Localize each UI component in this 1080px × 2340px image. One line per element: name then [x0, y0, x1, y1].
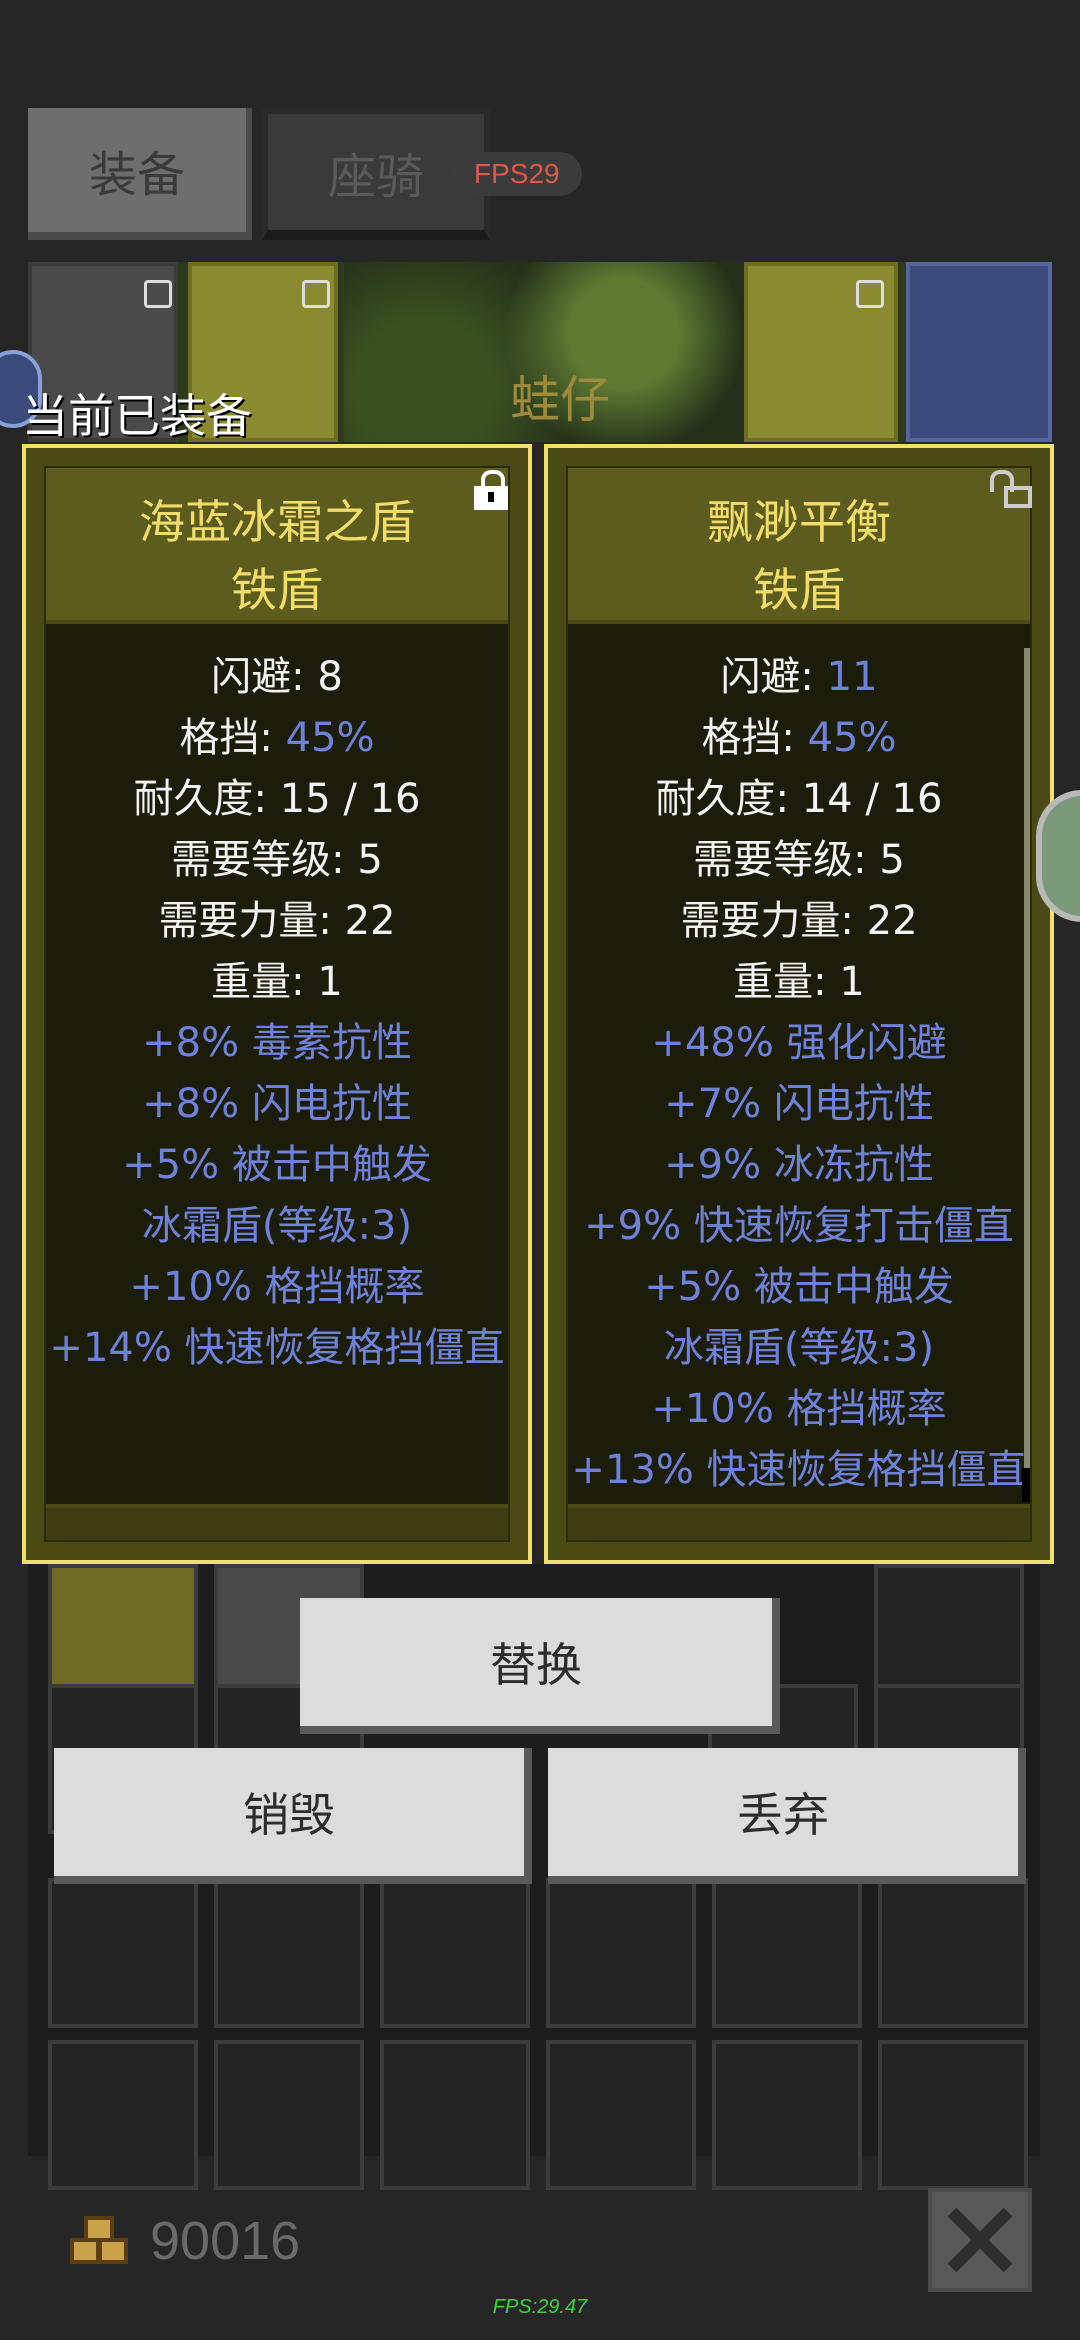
equip-slot-shield[interactable] [744, 262, 898, 442]
lock-icon [856, 280, 884, 308]
affix: +13% 快速恢复格挡僵直 [571, 1447, 1027, 1493]
item-name: 海蓝冰霜之盾 [139, 495, 415, 549]
affix: 冰霜盾(等级:3) [663, 1325, 935, 1371]
stat-weight: 重量: 1 [211, 959, 343, 1005]
inventory-slot[interactable] [48, 2040, 198, 2190]
item-type: 铁盾 [231, 563, 323, 617]
affix: +8% 毒素抗性 [142, 1020, 412, 1066]
affix: +10% 格挡概率 [129, 1264, 425, 1310]
scrollbar-thumb[interactable] [1022, 1468, 1030, 1502]
inventory-slot[interactable] [48, 1878, 198, 2028]
close-button[interactable] [928, 2188, 1032, 2292]
stat-required-level: 需要等级: 5 [693, 837, 905, 883]
affix: +9% 冰冻抗性 [664, 1142, 934, 1188]
inventory-slot[interactable] [214, 1878, 364, 2028]
fps-badge: FPS29 [452, 152, 582, 196]
affix: +8% 闪电抗性 [142, 1081, 412, 1127]
replace-button[interactable]: 替换 [300, 1598, 780, 1734]
inventory-slot[interactable] [380, 2040, 530, 2190]
stat-required-strength: 需要力量: 22 [680, 898, 918, 944]
close-icon [947, 2207, 1013, 2273]
affix: +9% 快速恢复打击僵直 [584, 1203, 1014, 1249]
scrollbar[interactable] [1024, 648, 1030, 1468]
inventory-slot[interactable] [546, 2040, 696, 2190]
fps-footer: FPS:29.47 [492, 2296, 588, 2318]
stat-weight: 重量: 1 [733, 959, 865, 1005]
inventory-slot[interactable] [546, 1878, 696, 2028]
inventory-slot[interactable] [712, 1878, 862, 2028]
equipped-item-card: 海蓝冰霜之盾 铁盾 闪避: 8 格挡: 45% 耐久度: 15 / 16 需要等… [22, 444, 532, 1564]
tab-equipment[interactable]: 装备 [28, 108, 252, 240]
stat-required-strength: 需要力量: 22 [158, 898, 396, 944]
affix: 冰霜盾(等级:3) [141, 1203, 413, 1249]
gold-coins-icon [70, 2216, 128, 2264]
stat-required-level: 需要等级: 5 [171, 837, 383, 883]
lock-icon [302, 280, 330, 308]
inventory-slot[interactable] [214, 2040, 364, 2190]
gold-amount: 90016 [150, 2211, 301, 2271]
affix: +5% 被击中触发 [644, 1264, 954, 1310]
lock-icon [144, 280, 172, 308]
inventory-slot[interactable] [878, 2040, 1028, 2190]
stat-durability: 耐久度: 15 / 16 [133, 776, 421, 822]
current-equipped-label: 当前已装备 [22, 389, 252, 443]
affix: +14% 快速恢复格挡僵直 [49, 1325, 505, 1371]
stat-durability: 耐久度: 14 / 16 [655, 776, 943, 822]
inventory-slot[interactable] [712, 2040, 862, 2190]
new-item-card: 飘渺平衡 铁盾 闪避: 11 格挡: 45% 耐久度: 14 / 16 需要等级… [544, 444, 1054, 1564]
stat-dodge: 闪避: 8 [211, 654, 343, 700]
equip-slot-amulet[interactable] [906, 262, 1052, 442]
inventory-slot[interactable] [380, 1878, 530, 2028]
inventory-slot[interactable] [878, 1878, 1028, 2028]
item-name: 飘渺平衡 [707, 495, 891, 549]
affix: +7% 闪电抗性 [664, 1081, 934, 1127]
affix: +10% 格挡概率 [651, 1386, 947, 1432]
stat-block: 格挡: 45% [701, 715, 897, 761]
item-type: 铁盾 [753, 563, 845, 617]
stat-dodge: 闪避: 11 [720, 654, 878, 700]
player-name: 蛙仔 [510, 371, 610, 429]
affix: +48% 强化闪避 [651, 1020, 947, 1066]
stat-block: 格挡: 45% [179, 715, 375, 761]
destroy-button[interactable]: 销毁 [54, 1748, 532, 1884]
affix: +5% 被击中触发 [122, 1142, 432, 1188]
discard-button[interactable]: 丢弃 [548, 1748, 1026, 1884]
